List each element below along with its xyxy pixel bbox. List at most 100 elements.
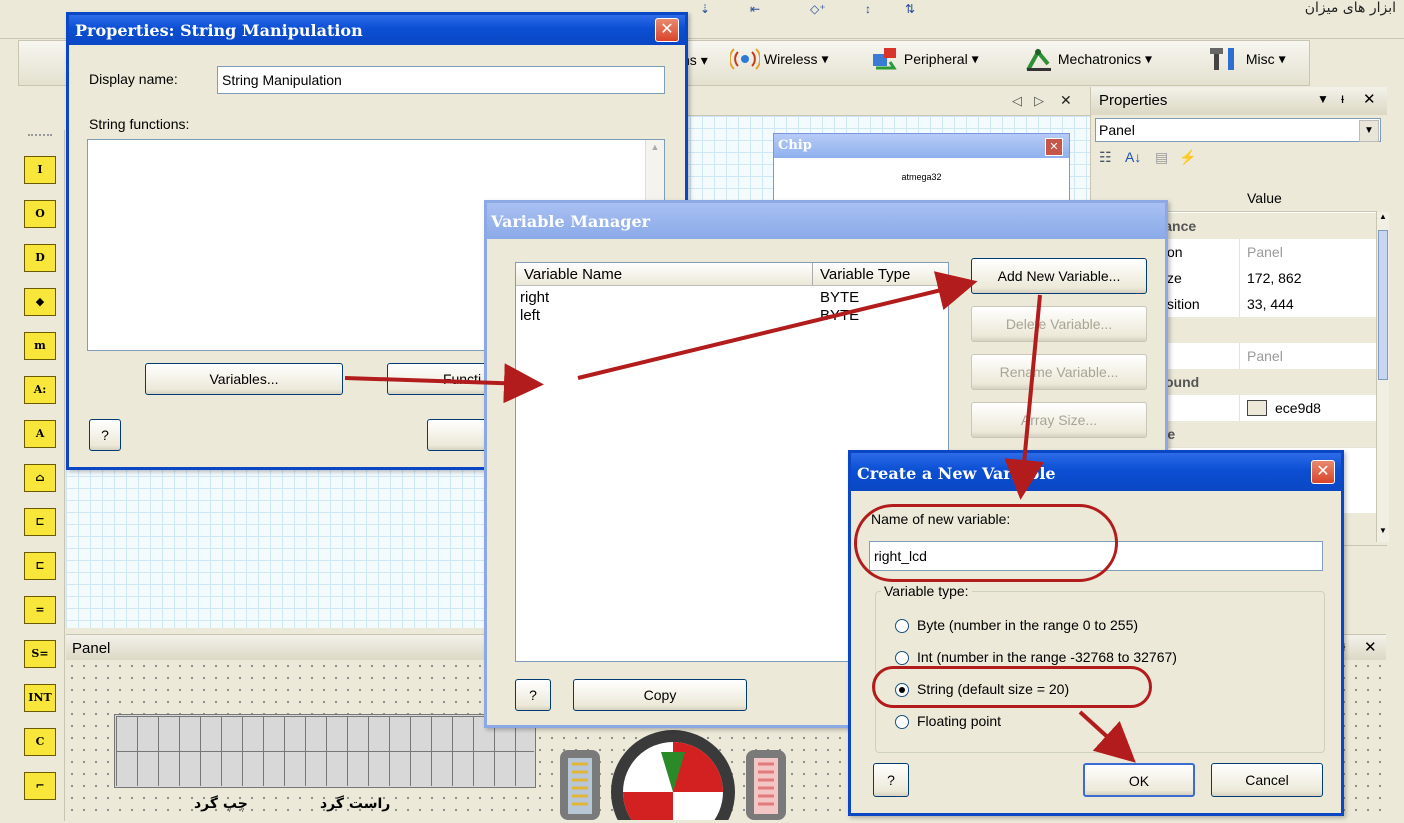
scroll-up-icon[interactable]: ▲ xyxy=(1377,212,1389,226)
palette-item[interactable]: ⌐ xyxy=(24,772,56,800)
variable-row[interactable]: left BYTE xyxy=(516,307,948,325)
panel-close-icon[interactable]: ✕ xyxy=(1363,90,1376,108)
palette-item[interactable]: ⊏ xyxy=(24,508,56,536)
column-variable-name[interactable]: Variable Name xyxy=(524,266,622,283)
property-name: sition xyxy=(1167,296,1200,312)
palette-item[interactable]: = xyxy=(24,596,56,624)
stepper-motor-graphic[interactable] xyxy=(560,730,790,823)
categorized-icon[interactable]: ☷ xyxy=(1099,149,1112,166)
palette-item[interactable]: D xyxy=(24,244,56,272)
help-button[interactable]: ? xyxy=(89,419,121,451)
variable-type-option[interactable]: Byte (number in the range 0 to 255) xyxy=(895,617,1315,637)
radio-label: Byte (number in the range 0 to 255) xyxy=(917,617,1139,633)
annotation-ellipse-name-field xyxy=(854,504,1118,582)
radio-button[interactable] xyxy=(895,715,909,729)
menu-wireless[interactable]: Wireless ▾ xyxy=(728,46,828,76)
variable-row[interactable]: right BYTE xyxy=(516,289,948,307)
toolbar-menus: ns ▾ Wireless ▾ Peripheral ▾ Mechatronic… xyxy=(682,44,1322,80)
tab-close-icon[interactable]: ✕ xyxy=(1060,92,1072,109)
chip-title-bar: Chip ✕ xyxy=(774,134,1069,158)
property-grid-scrollbar[interactable]: ▲ ▼ xyxy=(1376,212,1389,542)
menu-mechatronics[interactable]: Mechatronics ▾ xyxy=(1024,46,1152,76)
object-select[interactable]: Panel ▼ xyxy=(1095,118,1381,142)
events-icon[interactable]: ⚡ xyxy=(1179,149,1196,166)
column-variable-type[interactable]: Variable Type xyxy=(820,266,910,283)
properties-dialog-title: Properties: String Manipulation xyxy=(75,21,363,40)
create-variable-title-bar: Create a New Variable ✕ xyxy=(851,453,1341,491)
property-pages-icon[interactable]: ▤ xyxy=(1155,149,1168,166)
palette-item[interactable]: ⊏ xyxy=(24,552,56,580)
radio-label: Int (number in the range -32768 to 32767… xyxy=(917,649,1177,665)
help-button[interactable]: ? xyxy=(873,763,909,797)
variable-type: BYTE xyxy=(820,307,860,324)
palette-item[interactable]: m xyxy=(24,332,56,360)
property-value: Panel xyxy=(1247,244,1283,260)
variable-type: BYTE xyxy=(820,289,860,306)
property-column-divider xyxy=(1239,239,1240,265)
tab-prev-icon[interactable]: ◁ xyxy=(1012,93,1022,109)
value-header-label: Value xyxy=(1247,190,1282,206)
palette-item[interactable]: S= xyxy=(24,640,56,668)
palette-item[interactable]: O xyxy=(24,200,56,228)
panel-pin-icon[interactable]: ᵻ xyxy=(1341,90,1344,106)
color-swatch xyxy=(1247,400,1267,416)
menu-peripheral[interactable]: Peripheral ▾ xyxy=(870,46,979,76)
toolbar-icons-fragment: ⇣ ⇤ ◇⁺ ↕ ⇅ xyxy=(700,2,916,16)
cancel-button[interactable]: Cancel xyxy=(1211,763,1323,797)
delete-variable-button[interactable]: Delete Variable... xyxy=(971,306,1147,342)
close-icon[interactable]: ✕ xyxy=(1311,460,1335,484)
scroll-thumb[interactable] xyxy=(1378,230,1388,380)
display-name-value: String Manipulation xyxy=(222,72,342,88)
misc-icon xyxy=(1208,46,1242,72)
chip-title: Chip xyxy=(778,138,812,153)
scroll-down-icon[interactable]: ▼ xyxy=(1377,526,1389,540)
radio-button[interactable] xyxy=(895,651,909,665)
property-column-divider xyxy=(1239,343,1240,369)
help-button[interactable]: ? xyxy=(515,679,551,711)
property-name: on xyxy=(1167,244,1183,260)
add-new-variable-button[interactable]: Add New Variable... xyxy=(971,258,1147,294)
alphabetical-icon[interactable]: A↓ xyxy=(1125,149,1141,165)
annotation-ellipse-string-option xyxy=(872,666,1152,708)
variable-manager-title-bar: Variable Manager xyxy=(487,203,1165,239)
tab-next-icon[interactable]: ▷ xyxy=(1034,93,1044,109)
chip-window[interactable]: Chip ✕ atmega32 xyxy=(773,133,1070,205)
variable-list-header: Variable Name Variable Type xyxy=(516,263,948,286)
chip-close-icon[interactable]: ✕ xyxy=(1045,138,1063,156)
radio-label: Floating point xyxy=(917,713,1002,729)
radio-button[interactable] xyxy=(895,619,909,633)
copy-button[interactable]: Copy xyxy=(573,679,747,711)
panel-menu-icon[interactable]: ▼ xyxy=(1317,92,1329,106)
palette-item[interactable]: ◆ xyxy=(24,288,56,316)
rename-variable-button[interactable]: Rename Variable... xyxy=(971,354,1147,390)
palette-item[interactable]: ⌂ xyxy=(24,464,56,492)
close-icon[interactable]: ✕ xyxy=(655,18,679,42)
peripheral-icon xyxy=(870,46,900,72)
panel-close-icon[interactable]: ✕ xyxy=(1364,638,1377,656)
column-divider[interactable] xyxy=(812,263,813,285)
chevron-down-icon[interactable]: ▼ xyxy=(1359,120,1379,142)
palette-grip xyxy=(28,134,52,139)
variables-button[interactable]: Variables... xyxy=(145,363,343,395)
properties-dialog-title-bar: Properties: String Manipulation ✕ xyxy=(69,15,685,45)
variable-type-option[interactable]: Floating point xyxy=(895,713,1315,733)
ok-button[interactable]: OK xyxy=(1083,763,1195,797)
palette-item[interactable]: C xyxy=(24,728,56,756)
display-name-field[interactable]: String Manipulation xyxy=(217,66,665,94)
wireless-icon xyxy=(728,46,762,72)
doc-tab-bar: ◁ ▷ ✕ xyxy=(682,87,1090,116)
palette-item[interactable]: A xyxy=(24,420,56,448)
scroll-up-icon[interactable]: ▲ xyxy=(646,142,664,158)
menu-misc[interactable]: Misc ▾ xyxy=(1208,46,1286,76)
property-column-divider xyxy=(1239,291,1240,317)
palette-item[interactable]: I xyxy=(24,156,56,184)
motor-label-left: چپ گرد xyxy=(194,796,248,812)
palette-item[interactable]: INT xyxy=(24,684,56,712)
property-name: ze xyxy=(1167,270,1182,286)
property-value: 33, 444 xyxy=(1247,296,1294,312)
topbar-fragment: ابزار های میزان xyxy=(1304,0,1396,16)
property-value: 172, 862 xyxy=(1247,270,1302,286)
mechatronics-icon xyxy=(1024,46,1054,72)
palette-item[interactable]: A: xyxy=(24,376,56,404)
array-size-button[interactable]: Array Size... xyxy=(971,402,1147,438)
